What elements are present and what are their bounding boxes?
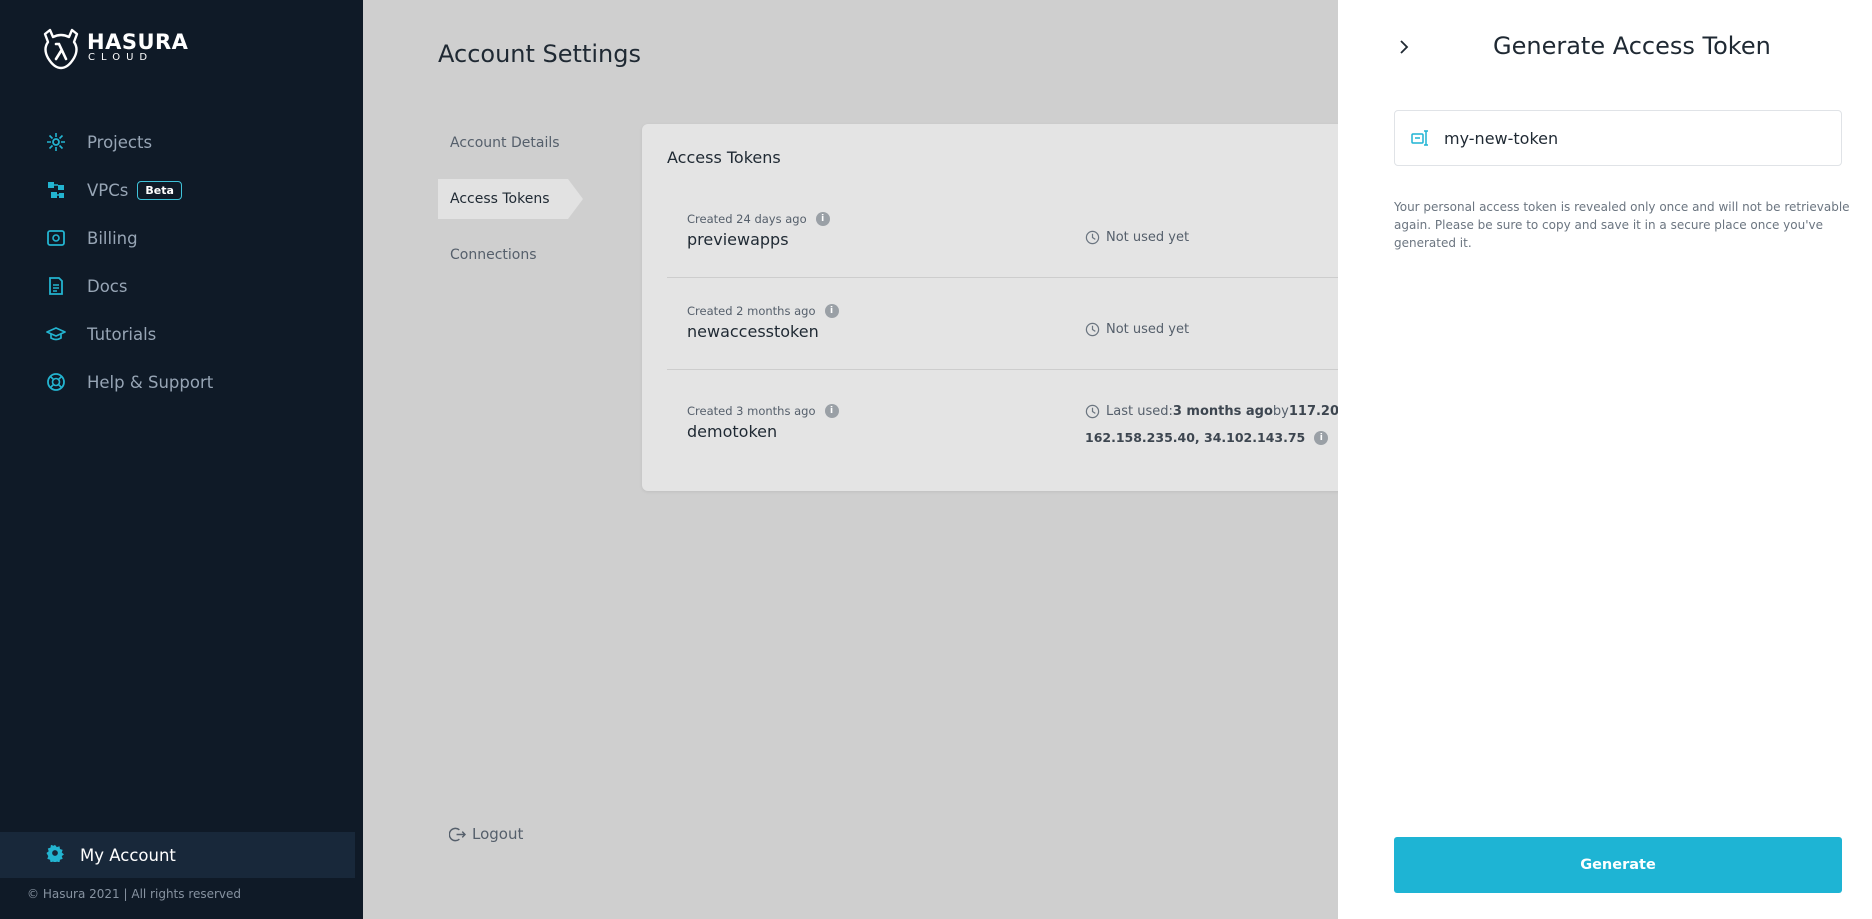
token-name: previewapps [687,230,789,249]
subnav-account-details[interactable]: Account Details [438,123,588,163]
clock-icon [1085,322,1100,337]
token-usage: Not used yet [1085,322,1189,337]
access-tokens-card: Access Tokens Created 24 days ago i prev… [642,124,1362,491]
generate-token-drawer: Generate Access Token Your personal acce… [1338,0,1872,919]
beta-badge: Beta [137,180,182,200]
brand-name: HASURA [87,30,189,54]
usage-by: by [1272,404,1289,419]
created-date: Created 3 months ago i [687,404,839,418]
sidebar-item-label: Projects [87,132,153,152]
token-name-input[interactable] [1444,128,1824,148]
info-icon[interactable]: i [824,404,839,418]
token-row: Created 3 months ago i demotoken Last us… [667,370,1362,480]
vpc-icon [46,180,66,200]
help-icon [46,372,66,392]
sidebar-item-my-account[interactable]: My Account [0,832,355,878]
logout-label: Logout [472,825,524,843]
settings-subnav: Account Details Access Tokens Connection… [438,123,588,291]
logout-icon [449,827,466,841]
billing-icon [46,228,66,248]
usage-text: Not used yet [1106,322,1190,337]
token-row: Created 2 months ago i newaccesstoken No… [667,278,1362,370]
token-name-field[interactable] [1394,110,1842,166]
projects-icon [46,132,66,152]
subnav-access-tokens[interactable]: Access Tokens [438,179,583,219]
token-name: demotoken [687,422,778,441]
docs-icon [46,276,66,296]
sidebar-item-help[interactable]: Help & Support [0,358,363,406]
sidebar-item-projects[interactable]: Projects [0,118,363,166]
sidebar-item-vpcs[interactable]: VPCs Beta [0,166,363,214]
created-text: Created 2 months ago [687,304,816,318]
sidebar-nav: Projects VPCs Beta Billing Docs Tutorial… [0,118,363,406]
my-account-label: My Account [80,845,176,865]
brand-sub: CLOUD [88,52,154,63]
info-icon[interactable]: i [815,212,830,226]
tutorials-icon [46,324,66,344]
usage-ips-text: 162.158.235.40, 34.102.143.75 [1085,430,1306,445]
sidebar-item-label: Tutorials [87,324,157,344]
drawer-title: Generate Access Token [1493,32,1771,60]
sidebar-item-label: Help & Support [87,372,214,392]
clock-icon [1085,404,1100,419]
close-drawer-button[interactable] [1393,36,1415,58]
token-icon [1411,130,1428,146]
created-date: Created 24 days ago i [687,212,830,226]
page-title: Account Settings [438,40,641,68]
usage-text: Not used yet [1106,230,1190,245]
sidebar-item-label: VPCs [87,180,129,200]
usage-ips: 162.158.235.40, 34.102.143.75 i [1085,430,1329,445]
clock-icon [1085,230,1100,245]
token-usage: Last used: 3 months ago by 117.202.16 [1085,404,1362,419]
info-icon[interactable]: i [824,304,839,318]
sidebar-item-billing[interactable]: Billing [0,214,363,262]
card-title: Access Tokens [667,148,781,167]
subnav-connections[interactable]: Connections [438,235,588,275]
created-text: Created 3 months ago [687,404,816,418]
sidebar-item-tutorials[interactable]: Tutorials [0,310,363,358]
sidebar: HASURA CLOUD Projects VPCs Beta Billing [0,0,363,919]
sidebar-item-label: Billing [87,228,138,248]
usage-when: 3 months ago [1172,404,1273,419]
token-row: Created 24 days ago i previewapps Not us… [667,186,1362,278]
hasura-logo-icon [43,28,79,70]
hasura-logo[interactable]: HASURA CLOUD [40,28,188,70]
info-icon[interactable]: i [1314,430,1329,445]
token-name: newaccesstoken [687,322,819,341]
token-warning-note: Your personal access token is revealed o… [1394,200,1850,250]
gear-icon [46,844,64,866]
token-usage: Not used yet [1085,230,1189,245]
sidebar-item-label: Docs [87,276,128,296]
created-date: Created 2 months ago i [687,304,839,318]
sidebar-item-docs[interactable]: Docs [0,262,363,310]
chevron-right-icon [1400,40,1409,54]
usage-prefix: Last used: [1106,404,1173,419]
created-text: Created 24 days ago [687,212,807,226]
logout-button[interactable]: Logout [449,825,523,843]
main-content: Account Settings Account Details Access … [363,0,1362,919]
copyright-footer: © Hasura 2021 | All rights reserved [27,887,242,901]
generate-button[interactable]: Generate [1394,837,1842,893]
